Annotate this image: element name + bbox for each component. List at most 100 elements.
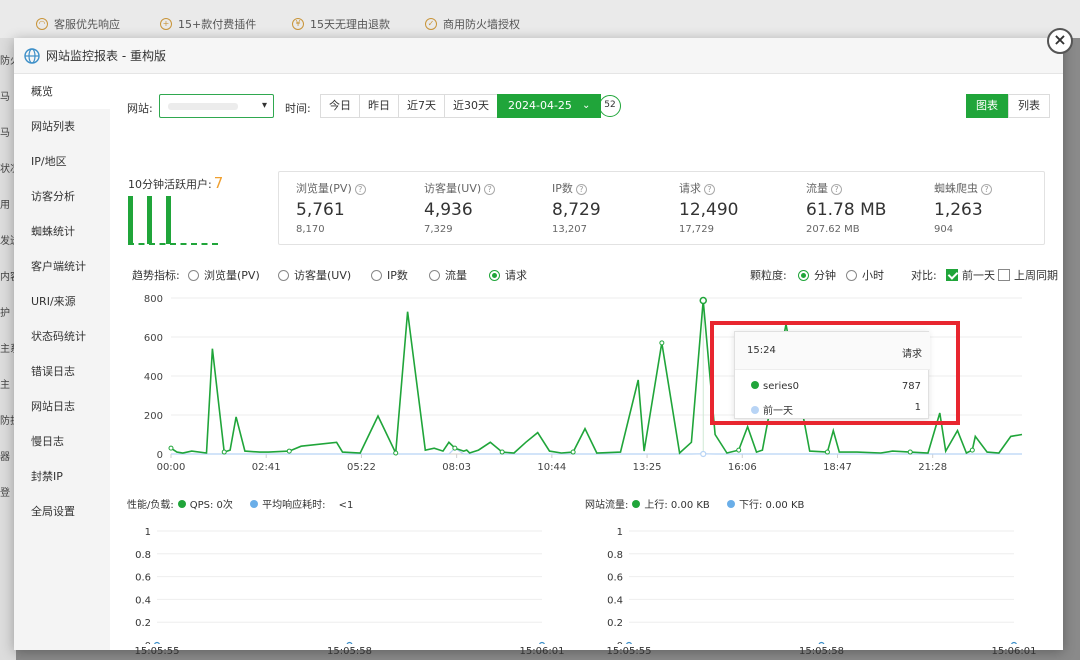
- x-tick-label: 15:05:55: [606, 646, 652, 657]
- feature-firewall: ✓ 商用防火墙授权: [425, 14, 520, 34]
- radio-icon: [278, 270, 289, 281]
- y-tick-label: 1: [617, 527, 623, 538]
- time-today-button[interactable]: 今日: [320, 94, 360, 118]
- trend-option-2[interactable]: IP数: [371, 267, 408, 283]
- sidebar-item-12[interactable]: 全局设置: [14, 494, 110, 529]
- x-tick-label: 08:03: [442, 462, 471, 473]
- refund-icon: ¥: [292, 18, 304, 30]
- sidebar-item-3[interactable]: 访客分析: [14, 179, 110, 214]
- traffic-chart[interactable]: 0 0.2 0.4 0.6 0.8 1: [602, 524, 1042, 644]
- compare-last-week[interactable]: 上周同期: [998, 267, 1058, 283]
- granularity-minute[interactable]: 分钟: [798, 267, 836, 283]
- chart-view-button[interactable]: 图表: [966, 94, 1008, 118]
- stat-card: 浏览量(PV)? 5,761 8,170: [296, 180, 416, 235]
- data-point: [907, 449, 913, 455]
- data-point: [154, 641, 160, 644]
- feature-support: ◠ 客服优先响应: [36, 14, 120, 34]
- data-point: [1011, 641, 1017, 644]
- y-tick-label: 0.6: [135, 573, 151, 584]
- live-users-panel: 10分钟活跃用户: 7: [128, 174, 224, 245]
- trend-option-4[interactable]: 请求: [489, 267, 527, 283]
- qps-dot: [177, 500, 186, 508]
- help-icon[interactable]: ?: [575, 184, 587, 195]
- data-point: [824, 449, 830, 455]
- stat-title-text: 蜘蛛爬虫: [934, 182, 978, 195]
- live-users-value: 7: [213, 174, 224, 192]
- data-point: [393, 450, 399, 456]
- radio-icon: [489, 270, 500, 281]
- live-bar: [147, 196, 152, 244]
- stat-title-text: IP数: [552, 182, 573, 195]
- list-view-button[interactable]: 列表: [1008, 94, 1050, 118]
- sidebar-item-10[interactable]: 慢日志: [14, 424, 110, 459]
- dialog-titlebar[interactable]: 网站监控报表 - 重构版: [14, 38, 1063, 74]
- trend-option-3[interactable]: 流量: [429, 267, 467, 283]
- live-baseline: [128, 243, 218, 245]
- x-tick-label: 15:05:58: [327, 646, 372, 657]
- trend-option-0[interactable]: 浏览量(PV): [188, 267, 260, 283]
- time-7days-button[interactable]: 近7天: [398, 94, 445, 118]
- download-dot: [726, 500, 735, 508]
- y-tick-label: 0.4: [135, 595, 151, 606]
- sidebar-item-2[interactable]: IP/地区: [14, 144, 110, 179]
- sidebar-item-11[interactable]: 封禁IP: [14, 459, 110, 494]
- sidebar-item-6[interactable]: URI/来源: [14, 284, 110, 319]
- report-sidebar: 概览 网站列表 IP/地区 访客分析 蜘蛛统计 客户端统计 URI/来源 状态码统计 错误日志网…: [14, 74, 110, 650]
- response-dot: [250, 500, 259, 508]
- time-30days-button[interactable]: 近30天: [444, 94, 498, 118]
- data-point: [969, 447, 975, 453]
- help-icon[interactable]: ?: [981, 184, 992, 195]
- trend-option-1[interactable]: 访客量(UV): [278, 267, 351, 283]
- data-point: [818, 641, 825, 644]
- help-icon[interactable]: ?: [354, 184, 366, 195]
- sidebar-item-1[interactable]: 网站列表: [14, 109, 110, 144]
- y-tick-label: 0.6: [607, 573, 623, 584]
- data-point: [626, 641, 632, 644]
- perf-label: 性能/负载:: [127, 500, 174, 511]
- stat-title-text: 请求: [679, 182, 701, 195]
- feature-refund: ¥15天无理由退款: [292, 14, 390, 34]
- stat-card: IP数? 8,729 13,207: [552, 180, 672, 235]
- sidebar-item-5[interactable]: 客户端统计: [14, 249, 110, 284]
- stat-previous: 207.62 MB: [806, 224, 860, 235]
- data-point: [539, 641, 545, 644]
- stat-title: 浏览量(PV)?: [296, 180, 416, 196]
- help-icon[interactable]: ?: [484, 184, 496, 195]
- hover-point: [699, 296, 707, 305]
- x-tick-label: 05:22: [347, 462, 376, 473]
- trend-option-label: 浏览量(PV): [204, 269, 260, 282]
- site-select[interactable]: ▾: [159, 94, 274, 118]
- y-tick-label: 0: [157, 450, 163, 461]
- close-button[interactable]: ×: [1047, 28, 1073, 54]
- stat-value: 61.78 MB: [806, 200, 887, 220]
- help-icon[interactable]: ?: [704, 184, 715, 195]
- time-yesterday-button[interactable]: 昨日: [359, 94, 399, 118]
- stat-previous: 13,207: [552, 224, 587, 235]
- sidebar-item-8[interactable]: 错误日志: [14, 354, 110, 389]
- compare-prev-day[interactable]: 前一天: [946, 267, 995, 283]
- radio-icon: [429, 270, 440, 281]
- sidebar-item-0[interactable]: 概览: [14, 74, 110, 109]
- stat-previous: 7,329: [424, 224, 453, 235]
- sidebar-item-4[interactable]: 蜘蛛统计: [14, 214, 110, 249]
- view-toggle: 图表 列表: [966, 94, 1050, 118]
- stat-value: 4,936: [424, 200, 473, 220]
- background-feature-strip: ◠ 客服优先响应 +15+款付费插件 ¥15天无理由退款 ✓ 商用防火墙授权: [0, 0, 1080, 38]
- date-picker-button[interactable]: 2024-04-25 ⌄: [497, 94, 602, 118]
- upload-value: 上行: 0.00 KB: [644, 500, 710, 511]
- help-icon[interactable]: ?: [831, 184, 842, 195]
- sidebar-item-9[interactable]: 网站日志: [14, 389, 110, 424]
- qps-value: QPS: 0次: [189, 500, 233, 511]
- refresh-countdown[interactable]: 52: [599, 95, 621, 117]
- date-value: 2024-04-25: [508, 99, 572, 112]
- sidebar-item-7[interactable]: 状态码统计: [14, 319, 110, 354]
- stat-previous: 904: [934, 224, 954, 235]
- data-point: [499, 449, 505, 455]
- x-tick-label: 02:41: [252, 462, 281, 473]
- stat-title: 流量?: [806, 180, 926, 196]
- x-tick-label: 21:28: [918, 462, 947, 473]
- x-tick-label: 15:06:01: [519, 646, 565, 657]
- granularity-hour[interactable]: 小时: [846, 267, 884, 283]
- performance-chart[interactable]: 0 0.2 0.4 0.6 0.8 1: [130, 524, 570, 644]
- x-tick-label: 10:44: [537, 462, 566, 473]
